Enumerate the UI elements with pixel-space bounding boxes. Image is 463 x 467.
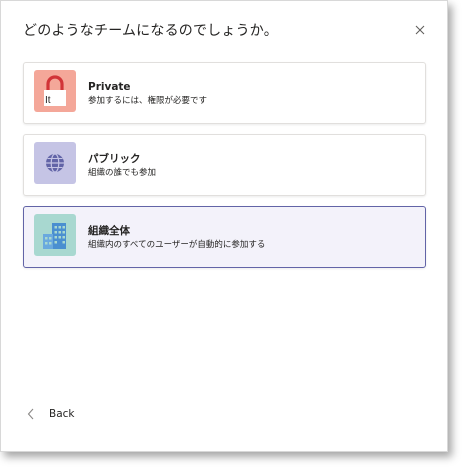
back-label: Back bbox=[49, 408, 75, 420]
team-type-dialog: どのようなチームになるのでしょうか。 It Private 参加するには、権限が… bbox=[0, 0, 448, 452]
building-icon bbox=[43, 223, 66, 249]
option-public-icon-tile bbox=[34, 142, 76, 184]
option-org-wide-description: 組織内のすべてのユーザーが自動的に参加する bbox=[88, 240, 266, 250]
option-public-text: パブリック 組織の誰でも参加 bbox=[88, 153, 156, 180]
option-public-description: 組織の誰でも参加 bbox=[88, 168, 157, 178]
page: どのようなチームになるのでしょうか。 It Private 参加するには、権限が… bbox=[0, 0, 463, 467]
close-button[interactable] bbox=[409, 19, 431, 41]
globe-icon bbox=[46, 153, 64, 173]
option-org-wide-text: 組織全体 組織内のすべてのユーザーが自動的に参加する bbox=[88, 225, 265, 252]
option-private-description: 参加するには、権限が必要です bbox=[88, 96, 208, 106]
option-org-wide[interactable]: 組織全体 組織内のすべてのユーザーが自動的に参加する bbox=[23, 206, 426, 268]
option-private-title: Private bbox=[88, 81, 131, 93]
lock-icon: It bbox=[44, 75, 66, 106]
option-private-icon-tile: It bbox=[34, 70, 76, 112]
close-icon bbox=[415, 25, 425, 35]
option-public[interactable]: パブリック 組織の誰でも参加 bbox=[23, 134, 426, 196]
dialog-title: どのようなチームになるのでしょうか。 bbox=[23, 23, 278, 39]
option-org-wide-icon-tile bbox=[34, 214, 76, 256]
option-private-text: Private 参加するには、権限が必要です bbox=[88, 81, 207, 108]
option-public-title: パブリック bbox=[88, 153, 141, 165]
svg-text:It: It bbox=[45, 95, 51, 106]
chevron-left-icon bbox=[27, 408, 34, 420]
option-private[interactable]: It Private 参加するには、権限が必要です bbox=[23, 62, 426, 124]
back-button[interactable]: Back bbox=[27, 408, 75, 420]
option-org-wide-title: 組織全体 bbox=[88, 225, 130, 237]
